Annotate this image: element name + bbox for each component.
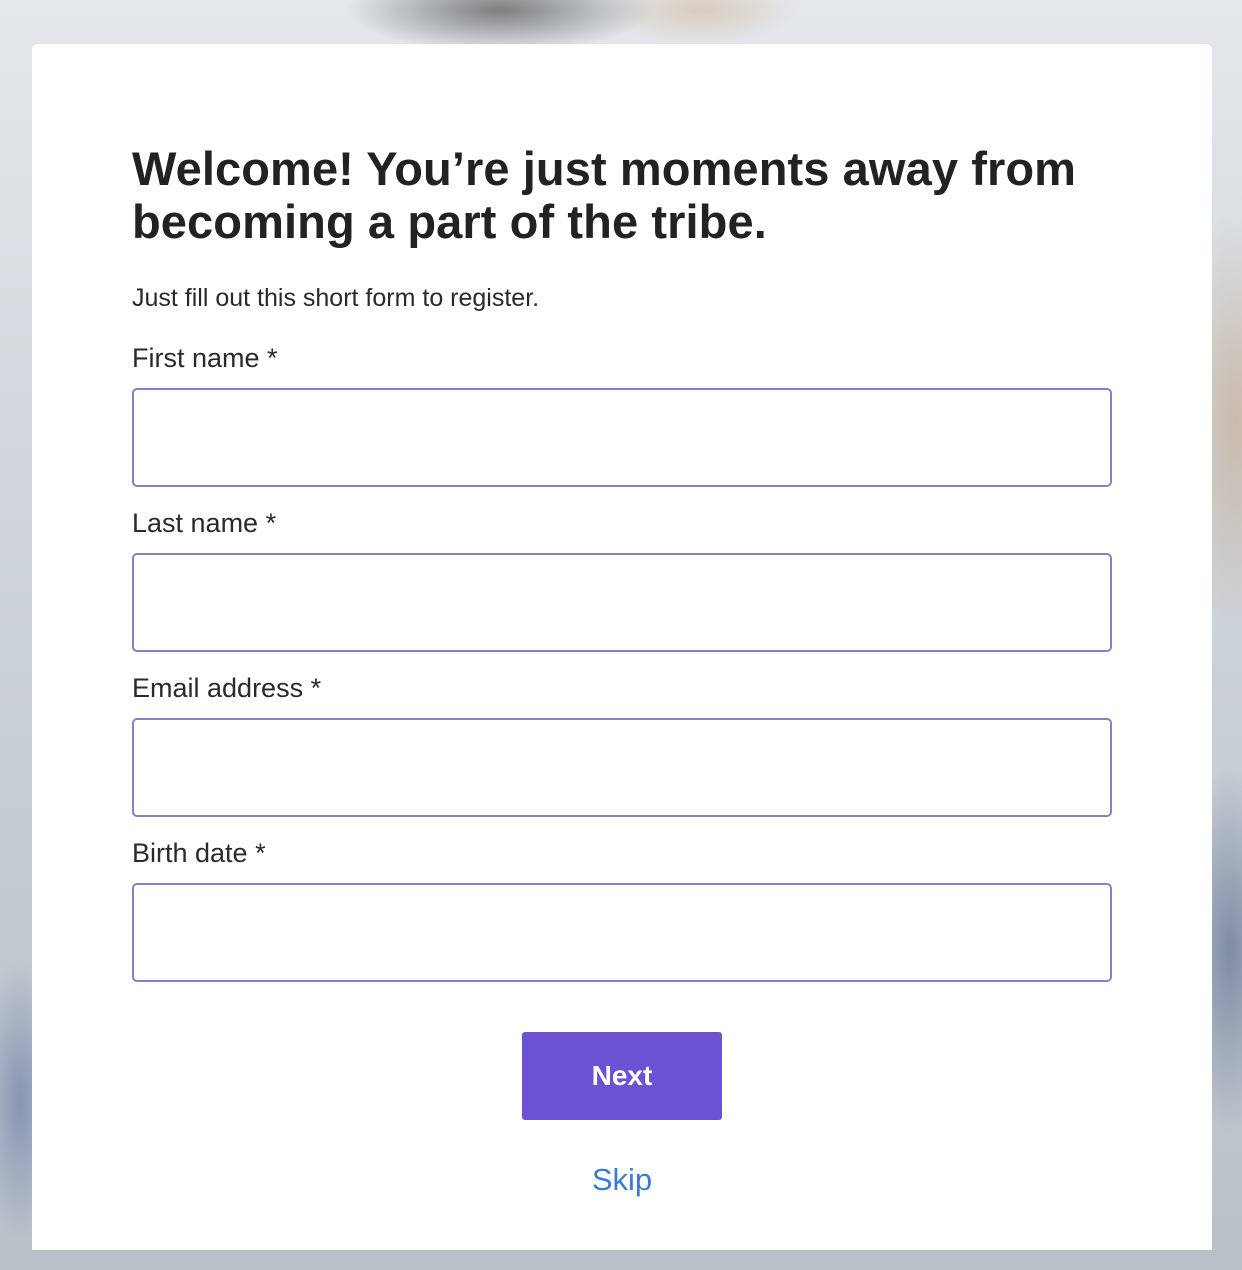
first-name-field-group: First name * — [132, 341, 1112, 487]
registration-card: Welcome! You’re just moments away from b… — [32, 44, 1212, 1250]
email-label: Email address * — [132, 673, 322, 703]
email-input[interactable] — [132, 718, 1112, 817]
form-subtitle: Just fill out this short form to registe… — [132, 284, 540, 312]
skip-link[interactable]: Skip — [132, 1162, 1112, 1198]
birth-date-field-group: Birth date * — [132, 836, 1112, 982]
email-field-group: Email address * — [132, 671, 1112, 817]
last-name-input[interactable] — [132, 553, 1112, 652]
next-button[interactable]: Next — [522, 1032, 722, 1120]
last-name-label: Last name * — [132, 508, 277, 538]
first-name-label: First name * — [132, 343, 278, 373]
first-name-input[interactable] — [132, 388, 1112, 487]
birth-date-label: Birth date * — [132, 838, 266, 868]
form-actions: Next Skip — [132, 1032, 1112, 1198]
birth-date-input[interactable] — [132, 883, 1112, 982]
page-title: Welcome! You’re just moments away from b… — [132, 142, 1077, 248]
last-name-field-group: Last name * — [132, 506, 1112, 652]
